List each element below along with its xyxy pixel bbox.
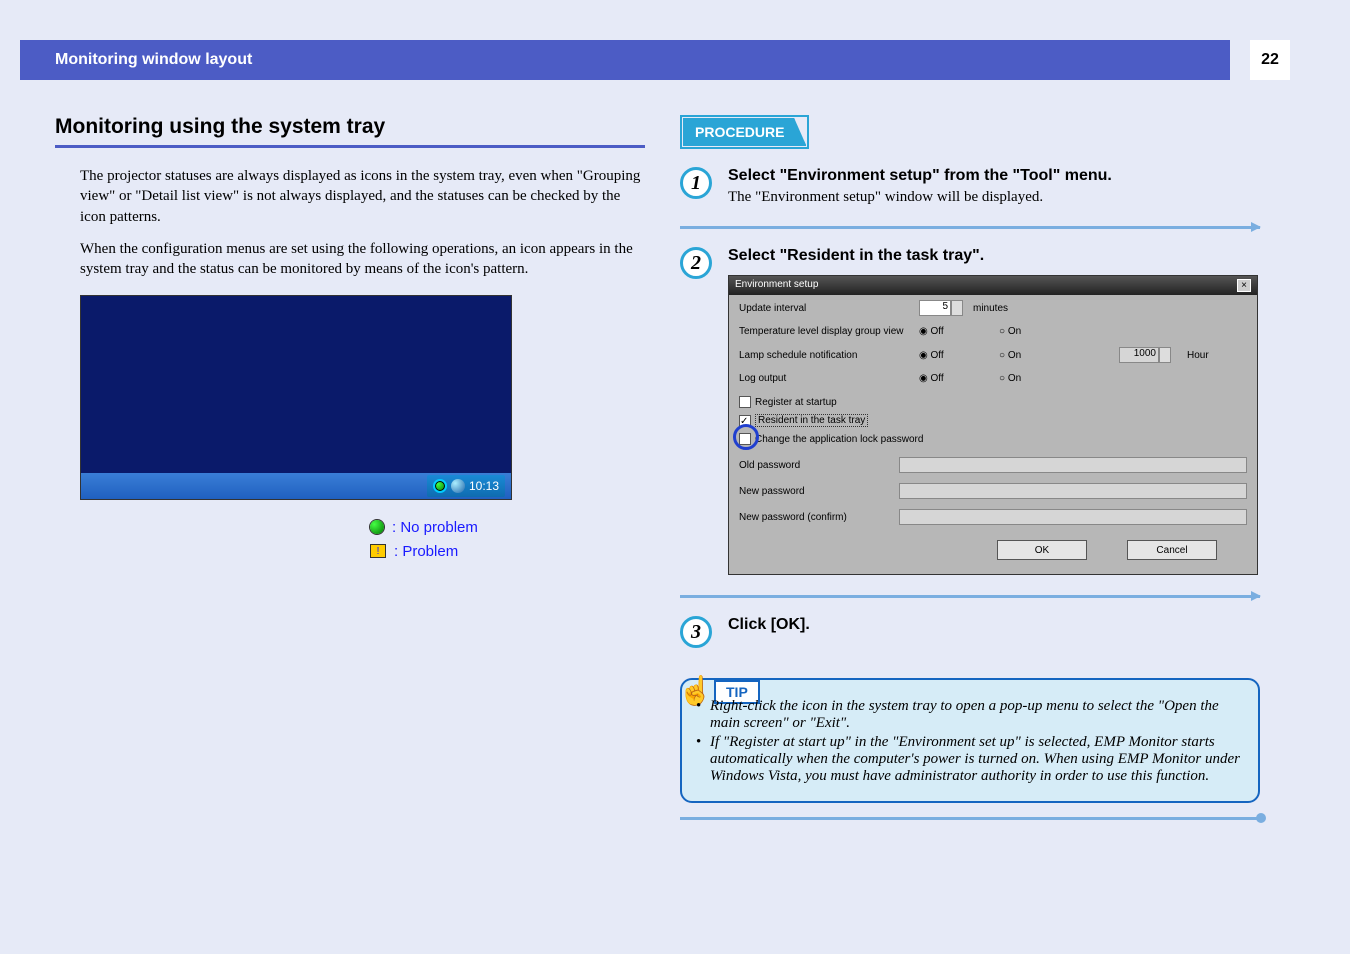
procedure-heading-wrap: PROCEDURE: [680, 115, 809, 149]
step-3-title: Click [OK].: [728, 616, 1260, 634]
status-warning-icon: !: [370, 544, 386, 558]
step-number-1: 1: [680, 167, 712, 199]
cancel-button[interactable]: Cancel: [1127, 540, 1217, 560]
log-on-radio[interactable]: ○ On: [999, 373, 1069, 384]
step-2: 2 Select "Resident in the task tray". En…: [680, 247, 1260, 575]
old-password-input[interactable]: [899, 457, 1247, 473]
new-password-input[interactable]: [899, 483, 1247, 499]
system-tray: 10:13: [427, 475, 505, 497]
legend-ok-text: : No problem: [392, 519, 478, 536]
header-title: Monitoring window layout: [55, 51, 252, 69]
left-column: Monitoring using the system tray The pro…: [55, 115, 645, 291]
confirm-password-input[interactable]: [899, 509, 1247, 525]
highlight-circle: [733, 424, 759, 450]
taskbar: 10:13: [81, 473, 511, 499]
dialog-titlebar: Environment setup ×: [729, 276, 1257, 295]
confirm-password-label: New password (confirm): [739, 512, 889, 523]
step-1: 1 Select "Environment setup" from the "T…: [680, 167, 1260, 206]
dialog-title: Environment setup: [735, 279, 818, 292]
close-icon[interactable]: ×: [1237, 279, 1251, 292]
system-tray-screenshot: 10:13: [80, 295, 512, 500]
section-title: Monitoring using the system tray: [55, 115, 645, 148]
clock: 10:13: [469, 479, 499, 493]
intro-paragraph-1: The projector statuses are always displa…: [80, 166, 645, 227]
lamp-label: Lamp schedule notification: [739, 350, 909, 361]
step-2-title: Select "Resident in the task tray".: [728, 247, 1260, 265]
step-number-2: 2: [680, 247, 712, 279]
status-ok-icon: [433, 479, 447, 493]
right-column: PROCEDURE 1 Select "Environment setup" f…: [680, 115, 1260, 820]
step-3: 3 Click [OK].: [680, 616, 1260, 648]
environment-setup-dialog: Environment setup × Update interval 5 mi…: [728, 275, 1258, 575]
procedure-heading: PROCEDURE: [683, 118, 806, 146]
resident-tray-label: Resident in the task tray: [755, 414, 868, 427]
hour-label: Hour: [1187, 350, 1209, 361]
register-startup-checkbox[interactable]: [739, 396, 751, 408]
register-startup-label: Register at startup: [755, 397, 837, 408]
lamp-off-radio[interactable]: ◉ Off: [919, 350, 989, 361]
change-password-label: Change the application lock password: [755, 434, 923, 445]
ok-button[interactable]: OK: [997, 540, 1087, 560]
step-1-desc: The "Environment setup" window will be d…: [728, 189, 1260, 206]
update-interval-label: Update interval: [739, 303, 909, 314]
minutes-label: minutes: [973, 303, 1008, 314]
step-1-title: Select "Environment setup" from the "Too…: [728, 167, 1260, 185]
tip-box: Right-click the icon in the system tray …: [680, 678, 1260, 803]
step-number-3: 3: [680, 616, 712, 648]
tray-legend: : No problem ! : Problem: [370, 515, 478, 563]
legend-problem-text: : Problem: [394, 543, 458, 560]
log-off-radio[interactable]: ◉ Off: [919, 373, 989, 384]
log-label: Log output: [739, 373, 909, 384]
lamp-on-radio[interactable]: ○ On: [999, 350, 1069, 361]
temp-on-radio[interactable]: ○ On: [999, 326, 1069, 337]
new-password-label: New password: [739, 486, 889, 497]
update-interval-spinner[interactable]: [951, 300, 963, 316]
old-password-label: Old password: [739, 460, 889, 471]
temp-off-radio[interactable]: ◉ Off: [919, 326, 989, 337]
page-header: Monitoring window layout: [20, 40, 1230, 80]
divider-arrow: [680, 595, 1260, 598]
tip-section: ☝ TIP Right-click the icon in the system…: [680, 678, 1260, 820]
network-icon: [451, 479, 465, 493]
lamp-hour-input[interactable]: 1000: [1119, 347, 1159, 363]
status-ok-icon: [370, 520, 384, 534]
tip-item-1: Right-click the icon in the system tray …: [696, 698, 1244, 732]
lamp-hour-spinner[interactable]: [1159, 347, 1171, 363]
page-number: 22: [1250, 40, 1290, 80]
temperature-label: Temperature level display group view: [739, 326, 909, 337]
footer-divider: [680, 817, 1260, 820]
intro-paragraph-2: When the configuration menus are set usi…: [80, 239, 645, 280]
tip-item-2: If "Register at start up" in the "Enviro…: [696, 734, 1244, 785]
divider-arrow: [680, 226, 1260, 229]
update-interval-input[interactable]: 5: [919, 300, 951, 316]
